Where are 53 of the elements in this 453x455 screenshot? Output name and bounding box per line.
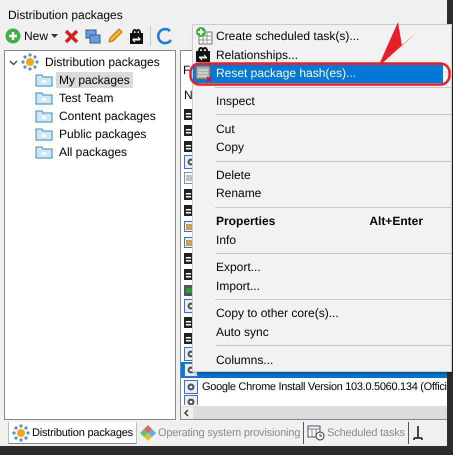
window-title: Distribution packages xyxy=(8,8,123,22)
tree-item[interactable]: All packages xyxy=(56,144,130,160)
menu-item[interactable]: Import... xyxy=(193,276,443,296)
new-button[interactable]: New xyxy=(5,28,58,44)
diamond-icon xyxy=(140,425,156,441)
menu-item[interactable]: Delete xyxy=(193,166,443,184)
folder-icon xyxy=(35,127,53,141)
refresh-icon[interactable] xyxy=(157,27,174,45)
column-header[interactable]: N xyxy=(184,88,193,102)
delete-icon[interactable] xyxy=(64,28,80,44)
expand-chevron-icon[interactable] xyxy=(9,58,18,66)
folder-icon xyxy=(35,145,53,159)
tree-item[interactable]: Content packages xyxy=(56,108,159,124)
document-icon xyxy=(184,172,194,184)
menu-item[interactable]: Rename xyxy=(193,184,443,203)
gear-icon xyxy=(184,380,198,394)
bottom-tab[interactable]: Distribution packages xyxy=(8,422,137,444)
copy-icon[interactable] xyxy=(85,28,102,44)
menu-item[interactable]: Copy to other core(s)... xyxy=(193,304,443,323)
menu-item[interactable]: Inspect xyxy=(193,92,443,110)
menu-item[interactable]: Reset package hash(es)... xyxy=(193,64,443,83)
flow-icon[interactable] xyxy=(412,425,423,441)
gift-box-icon xyxy=(195,46,211,64)
folder-icon xyxy=(35,109,53,123)
plus-icon xyxy=(5,28,21,44)
list-reset-icon xyxy=(195,64,213,82)
menu-item[interactable]: Info xyxy=(193,230,443,249)
menu-item[interactable]: Columns... xyxy=(193,350,443,369)
tree-item[interactable]: Public packages xyxy=(56,126,150,142)
pencil-icon[interactable] xyxy=(107,28,124,44)
menu-item[interactable]: Export... xyxy=(193,258,443,277)
tree-item[interactable]: My packages xyxy=(56,72,133,88)
menu-item[interactable]: Relationships... xyxy=(193,46,443,64)
filter-label: F xyxy=(183,63,190,79)
tree-item[interactable]: Distribution packages xyxy=(42,54,163,70)
list-row[interactable]: Google Chrome Install Version 103.0.5060.134 (Offici xyxy=(181,378,447,395)
folder-icon xyxy=(35,73,53,87)
network-icon xyxy=(21,53,39,71)
menu-item[interactable]: Create scheduled task(s)... xyxy=(193,27,443,46)
folder-icon xyxy=(35,91,53,105)
tree-item[interactable]: Test Team xyxy=(56,90,116,106)
horizontal-scrollbar[interactable] xyxy=(181,406,447,419)
network-icon xyxy=(12,424,30,442)
menu-item[interactable]: Copy xyxy=(193,138,443,157)
menu-item[interactable]: Properties Alt+Enter xyxy=(193,212,443,230)
calendar-add-icon xyxy=(195,27,213,46)
calendar-clock-icon xyxy=(307,425,326,441)
gift-box-icon[interactable] xyxy=(129,28,144,44)
scroll-left-icon[interactable] xyxy=(181,406,193,418)
menu-item[interactable]: Cut xyxy=(193,119,443,138)
gear-icon xyxy=(184,395,198,405)
menu-item[interactable]: Auto sync xyxy=(193,322,443,342)
caret-icon xyxy=(51,34,58,38)
